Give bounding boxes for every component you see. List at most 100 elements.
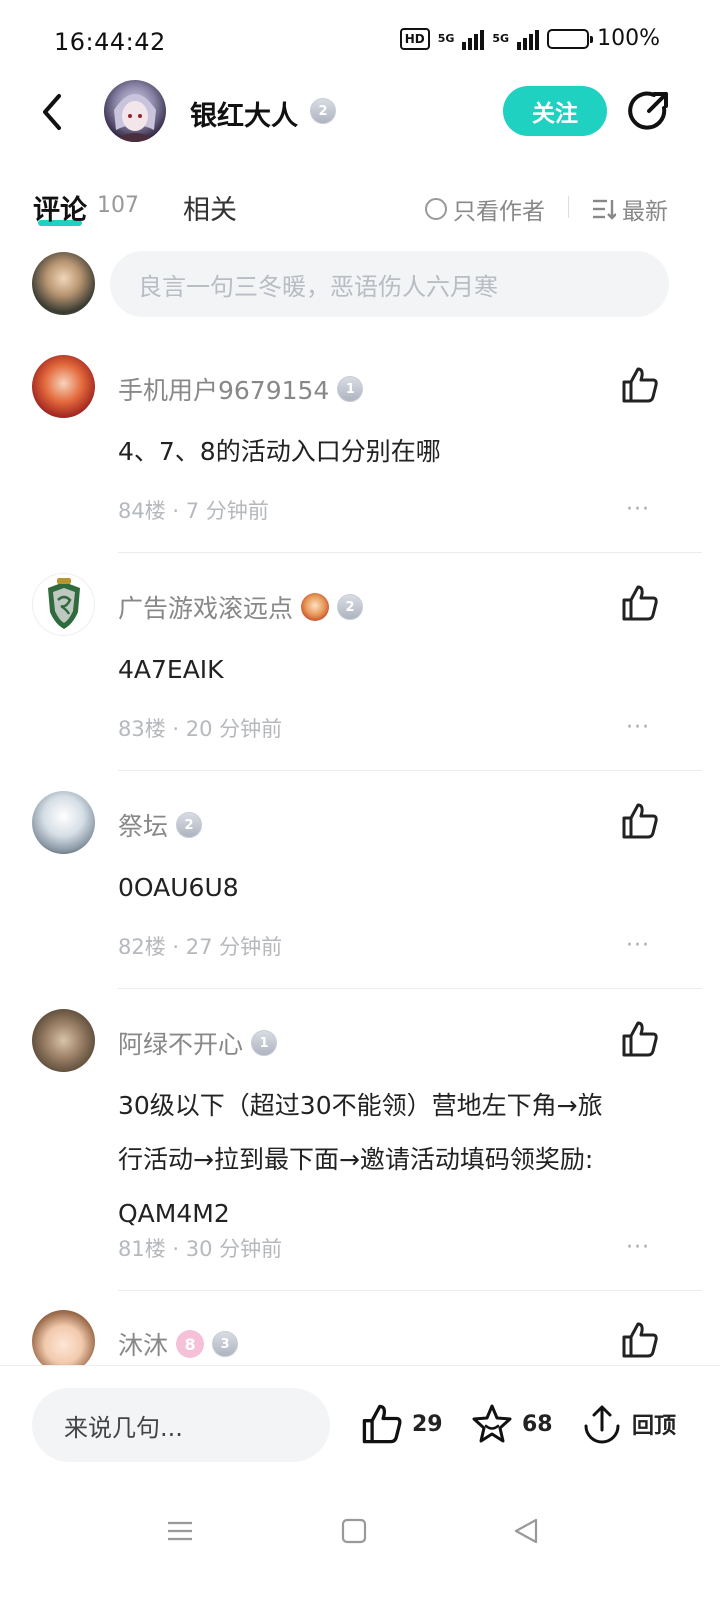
comment-text: 4、7、8的活动入口分别在哪 — [118, 437, 441, 466]
back-triangle-icon[interactable] — [506, 1511, 546, 1551]
author-avatar[interactable] — [104, 80, 166, 142]
signal-strength-icon-2 — [517, 28, 540, 50]
user-level-badge: 1 — [251, 1030, 278, 1056]
thumbs-up-icon — [362, 1404, 402, 1444]
signal-strength-icon — [462, 28, 485, 50]
sort-latest-button[interactable]: 最新 — [592, 192, 668, 226]
network-type-label: 5G — [437, 31, 455, 45]
like-button[interactable] — [620, 1019, 660, 1059]
user-level-badge: 3 — [212, 1331, 239, 1357]
fan-level-value: 8 — [184, 1334, 196, 1354]
author-avatar-image — [112, 94, 158, 142]
bottom-action-bar: 来说几句... 29 68 回顶 — [0, 1365, 720, 1483]
tab-related[interactable]: 相关 — [183, 188, 237, 227]
commenter-name[interactable]: 沐沐 — [118, 1326, 168, 1362]
comment-meta: 83楼 · 20 分钟前 — [118, 717, 283, 741]
user-level-value: 2 — [184, 817, 194, 833]
post-header: 银红大人 2 关注 — [0, 72, 720, 152]
author-name[interactable]: 银红大人 — [190, 94, 298, 133]
battery-percent: 100% — [597, 26, 660, 51]
commenter-name-row: 阿绿不开心 1 — [118, 1025, 278, 1061]
tab-comments[interactable]: 评论 — [33, 188, 87, 227]
user-level-badge: 2 — [310, 98, 336, 124]
only-author-label: 只看作者 — [453, 199, 545, 225]
my-avatar — [32, 252, 95, 315]
comment-meta: 84楼 · 7 分钟前 — [118, 499, 269, 523]
like-button[interactable] — [620, 1320, 660, 1360]
comment-meta: 81楼 · 30 分钟前 — [118, 1237, 283, 1261]
share-button[interactable] — [624, 86, 674, 136]
thumbs-up-icon — [622, 367, 658, 403]
commenter-name-row: 沐沐 8 3 — [118, 1326, 239, 1362]
comment-divider — [118, 1290, 702, 1291]
chevron-left-icon — [43, 94, 61, 130]
like-button[interactable] — [620, 801, 660, 841]
commenter-avatar[interactable] — [32, 355, 95, 418]
user-level-value: 2 — [345, 599, 355, 615]
battery-icon — [547, 28, 594, 49]
only-author-toggle[interactable]: 只看作者 — [425, 192, 545, 226]
commenter-name[interactable]: 广告游戏滚远点 — [118, 589, 293, 625]
tabs-divider — [568, 196, 569, 218]
follow-button[interactable]: 关注 — [503, 86, 607, 136]
status-time: 16:44:42 — [54, 28, 166, 56]
more-options-button[interactable]: ··· — [626, 715, 650, 740]
comment-divider — [118, 770, 702, 771]
comment-text: 30级以下（超过30不能领）营地左下角→旅 行活动→拉到最下面→邀请活动填码领奖… — [118, 1079, 678, 1241]
star-icon — [472, 1404, 512, 1443]
hd-voice-icon: HD — [399, 27, 430, 50]
fan-level-badge: 8 — [176, 1330, 205, 1358]
user-level-value: 1 — [345, 381, 355, 397]
user-level-value: 2 — [318, 103, 328, 119]
commenter-avatar[interactable] — [32, 791, 95, 854]
commenter-name-row: 祭坛 2 — [118, 807, 203, 843]
network-type-label-2: 5G — [492, 31, 510, 45]
user-level-badge: 2 — [337, 594, 364, 620]
post-like-button[interactable]: 29 — [360, 1402, 443, 1446]
commenter-avatar[interactable] — [32, 1009, 95, 1072]
comment-divider — [118, 552, 702, 553]
commenter-name[interactable]: 手机用户9679154 — [118, 371, 329, 407]
thumbs-up-icon — [622, 1322, 658, 1358]
like-button[interactable] — [620, 365, 660, 405]
comment-tabs: 评论 107 相关 只看作者 最新 — [0, 180, 720, 236]
comment-text-line: 30级以下（超过30不能领）营地左下角→旅 — [118, 1091, 603, 1120]
comment-input[interactable]: 良言一句三冬暖，恶语伤人六月寒 — [110, 251, 669, 317]
commenter-avatar[interactable] — [32, 1310, 95, 1365]
user-level-value: 3 — [220, 1336, 230, 1352]
favorite-count: 68 — [522, 1411, 553, 1437]
thumbs-up-icon — [622, 585, 658, 621]
comment-text-line: 行活动→拉到最下面→邀请活动填码领奖励: — [118, 1145, 594, 1174]
commenter-name-row: 广告游戏滚远点 2 — [118, 589, 364, 625]
crest-icon — [48, 578, 80, 629]
comment-meta: 82楼 · 27 分钟前 — [118, 935, 283, 959]
commenter-name[interactable]: 阿绿不开心 — [118, 1025, 243, 1061]
more-options-button[interactable]: ··· — [626, 497, 650, 522]
user-level-badge: 2 — [176, 812, 203, 838]
menu-icon[interactable] — [160, 1511, 200, 1551]
status-icons: HD 5G 5G 100% — [399, 26, 660, 51]
like-button[interactable] — [620, 583, 660, 623]
thumbs-up-icon — [622, 803, 658, 839]
comment-text: 0OAU6U8 — [118, 873, 239, 902]
commenter-name[interactable]: 祭坛 — [118, 807, 168, 843]
back-to-top-label: 回顶 — [632, 1414, 677, 1439]
sort-label: 最新 — [622, 199, 668, 225]
system-nav-bar — [0, 1483, 720, 1610]
back-to-top-button[interactable]: 回顶 — [580, 1402, 676, 1446]
sort-icon — [593, 199, 616, 220]
upload-arrow-icon — [584, 1405, 620, 1444]
commenter-avatar[interactable] — [32, 573, 95, 636]
favorite-button[interactable]: 68 — [470, 1402, 553, 1446]
decoration-avatar-icon — [301, 593, 330, 621]
home-square-icon[interactable] — [334, 1511, 374, 1551]
like-count: 29 — [412, 1411, 443, 1437]
user-level-badge: 1 — [337, 376, 364, 402]
user-level-value: 1 — [259, 1035, 269, 1051]
comment-divider — [118, 988, 702, 989]
share-icon — [628, 91, 668, 130]
more-options-button[interactable]: ··· — [626, 933, 650, 958]
reply-input[interactable]: 来说几句... — [32, 1388, 330, 1462]
more-options-button[interactable]: ··· — [626, 1235, 650, 1260]
back-button[interactable] — [30, 86, 74, 138]
